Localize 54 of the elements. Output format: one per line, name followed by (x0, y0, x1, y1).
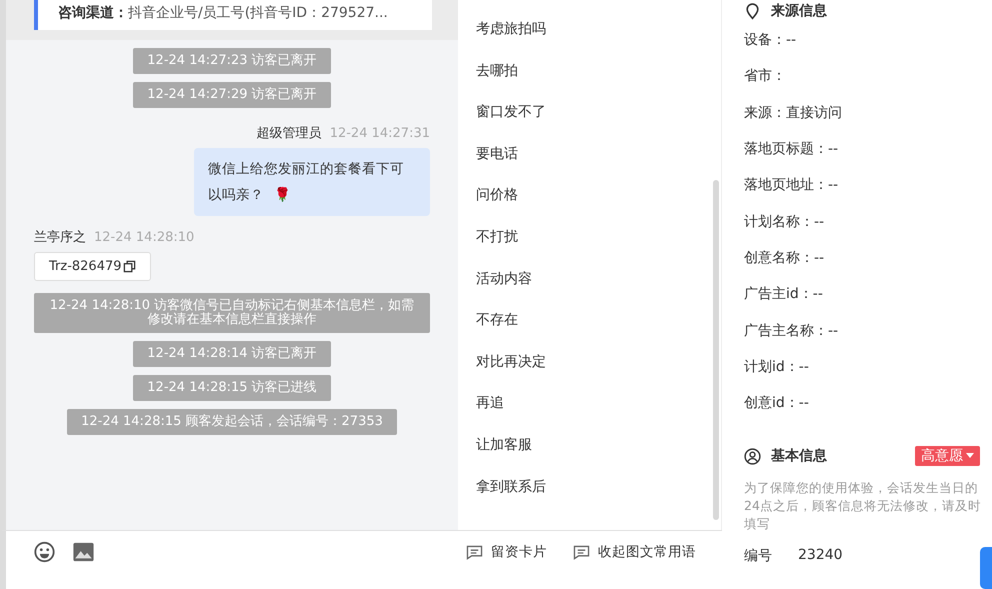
sender-name: 兰亭序之 (34, 230, 86, 245)
message-icon (466, 544, 483, 560)
field-label: 编号 (744, 547, 772, 566)
message-time: 12-24 14:27:31 (330, 126, 430, 141)
message-icon (573, 544, 590, 560)
system-message: 12-24 14:27:23 访客已离开 (133, 48, 331, 74)
copy-icon[interactable] (122, 260, 136, 273)
section-title: 基本信息 (771, 447, 827, 466)
quick-reply-item[interactable]: 不打扰 (476, 224, 518, 267)
quick-reply-item[interactable]: 问价格 (476, 183, 518, 225)
system-message: 12-24 14:28:15 顾客发起会话，会话编号：27353 (67, 409, 397, 435)
system-message: 12-24 14:28:15 访客已进线 (133, 375, 331, 401)
intent-dropdown[interactable]: 高意愿 (915, 446, 980, 466)
info-field: 创意名称：-- (744, 248, 824, 267)
info-field: 省市： (744, 67, 786, 86)
message-time: 12-24 14:28:10 (94, 230, 194, 245)
system-message: 12-24 14:28:10 访客微信号已自动标记右侧基本信息栏，如需修改请在基本信息栏直接操作 (34, 293, 430, 333)
caret-icon (966, 453, 974, 460)
info-field: 广告主名称：-- (744, 322, 838, 340)
quick-reply-item[interactable]: 让加客服 (476, 432, 532, 475)
location-pin-icon (744, 2, 761, 20)
info-field: 计划id：-- (744, 358, 809, 376)
toolbar-button[interactable]: 收起图文常用语 (573, 543, 696, 561)
sender-name: 超级管理员 (256, 126, 322, 141)
quick-reply-item[interactable]: 去哪拍 (476, 58, 518, 100)
system-message: 12-24 14:27:29 访客已离开 (133, 82, 331, 108)
channel-label: 咨询渠道： (58, 5, 128, 21)
quick-reply-item[interactable]: 再追 (476, 391, 504, 433)
message-text: Trz-826479 (49, 259, 122, 274)
emoji-icon[interactable] (33, 541, 56, 563)
quick-reply-item[interactable]: 对比再决定 (476, 350, 546, 392)
toolbar-button[interactable]: 留资卡片 (466, 543, 547, 561)
notice-text: 为了保障您的使用体验，会话发生当日的24点之后，顾客信息将无法修改，请及时填写 (744, 479, 982, 534)
info-field: 落地页标题：-- (744, 140, 838, 158)
info-field: 计划名称：-- (744, 212, 824, 231)
quick-reply-item[interactable]: 拿到联系后 (476, 474, 546, 516)
quick-reply-item[interactable]: 要电话 (476, 142, 518, 184)
info-field: 广告主id：-- (744, 285, 823, 304)
image-icon[interactable] (72, 541, 95, 563)
field-value: 23240 (798, 547, 843, 566)
quick-reply-item[interactable]: 不存在 (476, 308, 518, 350)
info-field: 创意id：-- (744, 394, 809, 412)
info-field: 落地页地址：-- (744, 176, 838, 194)
user-icon (744, 448, 761, 465)
scrollbar[interactable] (713, 180, 719, 520)
quick-reply-item[interactable]: 窗口发不了 (476, 100, 546, 142)
system-message: 12-24 14:28:14 访客已离开 (133, 341, 331, 367)
channel-value: 抖音企业号/员工号(抖音号ID：279527... (128, 5, 388, 21)
section-title: 来源信息 (771, 2, 827, 20)
info-field: 来源：直接访问 (744, 104, 842, 122)
quick-reply-item[interactable]: 活动内容 (476, 266, 532, 308)
quick-reply-item[interactable]: 考虑旅拍吗 (476, 17, 546, 59)
message-text: 微信上给您发丽江的套餐看下可以吗亲？ 🌹 (208, 161, 404, 203)
info-field: 设备：-- (744, 31, 796, 50)
